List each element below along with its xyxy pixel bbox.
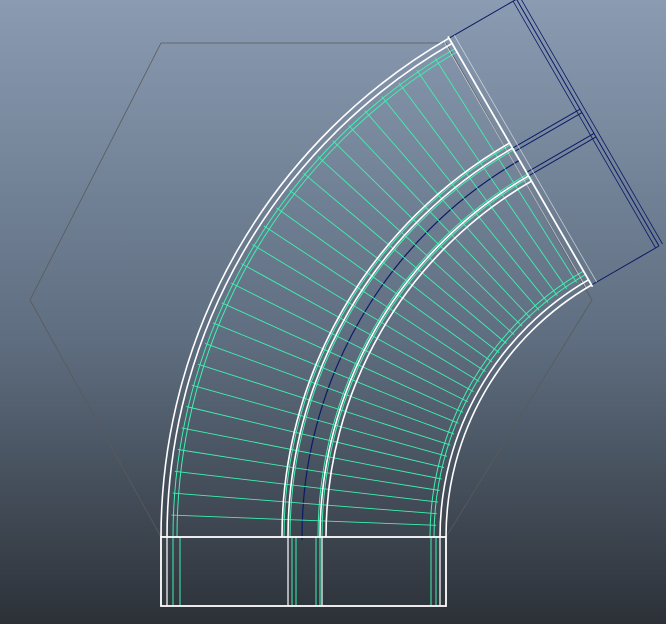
wireframe-scene[interactable] [0,0,666,624]
3d-viewport[interactable] [0,0,666,624]
